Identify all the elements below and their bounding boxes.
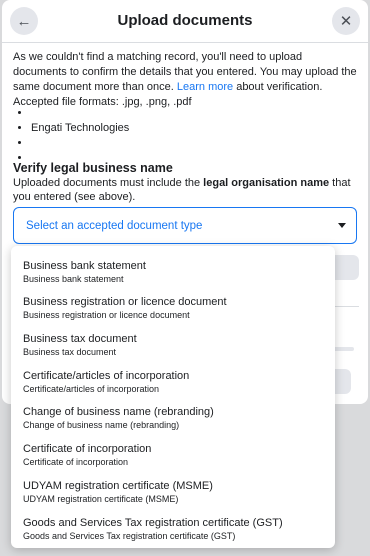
list-item [31, 136, 351, 151]
list-item [31, 106, 351, 121]
verify-desc-bold: legal organisation name [203, 177, 330, 189]
option-udyam-certificate[interactable]: UDYAM registration certificate (MSME) UD… [11, 470, 335, 506]
option-business-registration[interactable]: Business registration or licence documen… [11, 286, 335, 322]
option-label: Business registration or licence documen… [23, 296, 227, 308]
option-description: Business tax document [23, 347, 117, 357]
option-business-tax-document[interactable]: Business tax document Business tax docum… [11, 323, 335, 359]
option-label: Business bank statement [23, 260, 146, 272]
obscured-button [332, 255, 359, 280]
dialog-header: ← Upload documents ✕ [2, 0, 368, 43]
entered-details-list: Engati Technologies [13, 106, 351, 166]
learn-more-link[interactable]: Learn more [177, 81, 233, 93]
close-button[interactable]: ✕ [332, 7, 360, 35]
option-label: Certificate/articles of incorporation [23, 370, 190, 382]
close-icon: ✕ [339, 12, 353, 30]
option-change-of-business-name[interactable]: Change of business name (rebranding) Cha… [11, 396, 335, 432]
option-label: Business tax document [23, 333, 137, 345]
option-description: Certificate/articles of incorporation [23, 384, 160, 394]
document-type-dropdown: Business bank statement Business bank st… [11, 246, 335, 548]
option-description: Certificate of incorporation [23, 457, 129, 467]
verify-section-description: Uploaded documents must include the lega… [13, 176, 359, 204]
dialog-title: Upload documents [117, 12, 253, 29]
intro-text: As we couldn't find a matching record, y… [13, 50, 359, 110]
document-type-placeholder: Select an accepted document type [26, 219, 203, 232]
obscured-progress-bar [332, 347, 354, 351]
document-type-select[interactable]: Select an accepted document type [13, 207, 357, 244]
option-business-bank-statement[interactable]: Business bank statement Business bank st… [11, 250, 335, 286]
option-label: Change of business name (rebranding) [23, 406, 214, 418]
option-label: Certificate of incorporation [23, 443, 152, 455]
option-articles-of-incorporation[interactable]: Certificate/articles of incorporation Ce… [11, 360, 335, 396]
option-description: UDYAM registration certificate (MSME) [23, 494, 179, 504]
option-label: UDYAM registration certificate (MSME) [23, 480, 213, 492]
verify-section-title: Verify legal business name [13, 161, 173, 175]
option-description: Change of business name (rebranding) [23, 420, 180, 430]
option-label: Goods and Services Tax registration cert… [23, 517, 283, 529]
option-description: Business bank statement [23, 274, 124, 284]
caret-down-icon [338, 223, 346, 228]
option-description: Goods and Services Tax registration cert… [23, 531, 236, 541]
list-item: Engati Technologies [31, 121, 351, 136]
option-certificate-of-incorporation[interactable]: Certificate of incorporation Certificate… [11, 433, 335, 469]
divider [332, 306, 359, 307]
option-description: Business registration or licence documen… [23, 310, 190, 320]
verify-desc-start: Uploaded documents must include the [13, 177, 204, 189]
option-gst-certificate[interactable]: Goods and Services Tax registration cert… [11, 507, 335, 543]
